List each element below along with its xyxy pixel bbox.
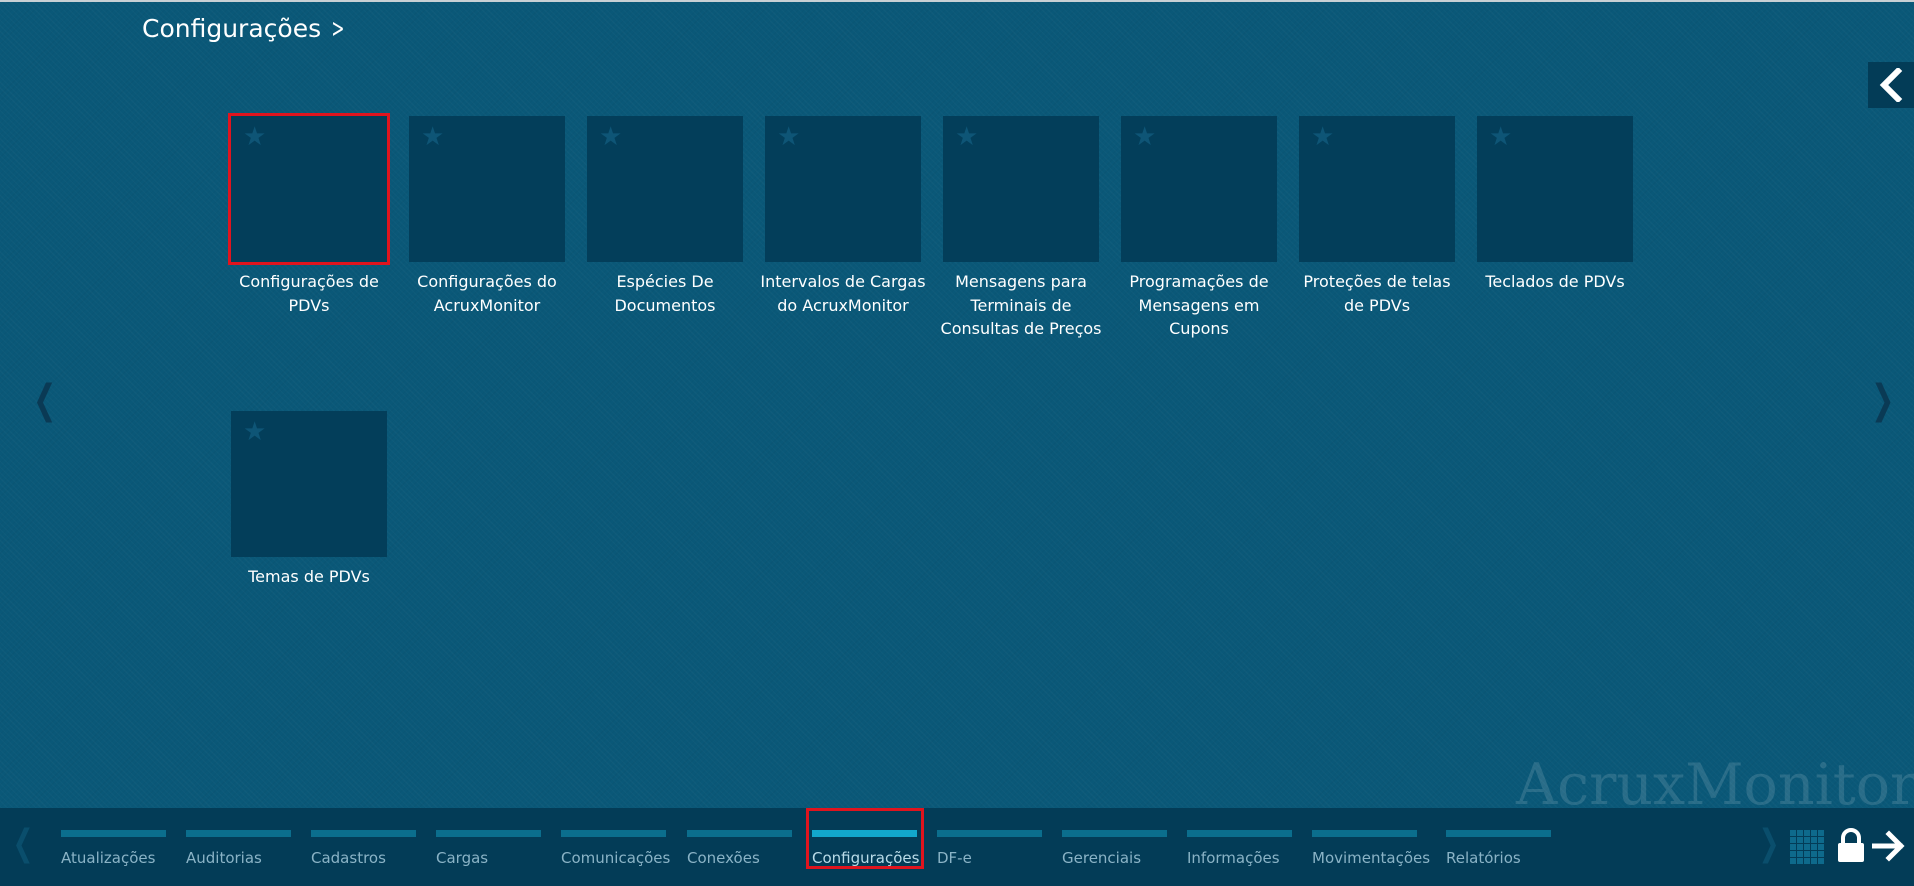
tile-box[interactable]: ★	[765, 116, 921, 262]
lock-icon[interactable]	[1836, 828, 1866, 868]
nav-item-bar	[186, 830, 291, 837]
nav-item-bar	[1312, 830, 1417, 837]
tile-mensagens-terminais[interactable]: ★ Mensagens para Terminais de Consultas …	[941, 116, 1101, 341]
tile-box[interactable]: ★	[409, 116, 565, 262]
tile-label: Mensagens para Terminais de Consultas de…	[940, 272, 1102, 338]
nav-item-bar	[311, 830, 416, 837]
tile-label: Programações de Mensagens em Cupons	[1129, 272, 1269, 338]
star-icon[interactable]: ★	[777, 124, 800, 150]
tile-label: Intervalos de Cargas do AcruxMonitor	[760, 272, 926, 315]
tile-label: Configurações do AcruxMonitor	[417, 272, 557, 315]
tile-especies-de-documentos[interactable]: ★ Espécies De Documentos	[587, 116, 743, 317]
tile-label: Temas de PDVs	[248, 567, 370, 586]
collapse-panel-button[interactable]	[1868, 62, 1914, 108]
tile-label: Espécies De Documentos	[614, 272, 716, 315]
nav-item-label: Gerenciais	[1062, 849, 1142, 867]
nav-item-label: Cadastros	[311, 849, 386, 867]
chevron-left-icon	[1879, 68, 1903, 102]
tile-box[interactable]: ★	[1121, 116, 1277, 262]
arrow-right-icon[interactable]	[1871, 830, 1906, 866]
nav-item-label: Conexões	[687, 849, 760, 867]
grid-icon[interactable]	[1790, 830, 1824, 868]
nav-item-label: Cargas	[436, 849, 489, 867]
breadcrumb[interactable]: Configurações >	[142, 14, 349, 43]
tile-configuracoes-do-acruxmonitor[interactable]: ★ Configurações do AcruxMonitor	[409, 116, 565, 317]
tile-teclados-de-pdvs[interactable]: ★ Teclados de PDVs	[1477, 116, 1633, 294]
nav-item-bar	[812, 830, 917, 837]
star-icon[interactable]: ★	[1489, 124, 1512, 150]
page-next-icon[interactable]: ❯	[1871, 380, 1894, 420]
page-prev-icon[interactable]: ❮	[33, 380, 56, 420]
star-icon[interactable]: ★	[599, 124, 622, 150]
tile-box[interactable]: ★	[943, 116, 1099, 262]
star-icon[interactable]: ★	[1133, 124, 1156, 150]
tile-intervalos-de-cargas[interactable]: ★ Intervalos de Cargas do AcruxMonitor	[760, 116, 926, 317]
nav-item-label: Informações	[1187, 849, 1280, 867]
nav-prev-icon[interactable]: ❮	[13, 826, 34, 862]
nav-item-label: DF-e	[937, 849, 972, 867]
nav-item-label: Configurações	[812, 849, 920, 867]
nav-item-label: Atualizações	[61, 849, 156, 867]
tile-label: Teclados de PDVs	[1485, 272, 1625, 291]
tile-box[interactable]: ★	[1299, 116, 1455, 262]
tile-label: Proteções de telas de PDVs	[1303, 272, 1451, 315]
tile-configuracoes-de-pdvs[interactable]: ★ Configurações de PDVs	[228, 113, 390, 317]
nav-item-label: Comunicações	[561, 849, 671, 867]
nav-item-bar	[1446, 830, 1551, 837]
page-title: Configurações	[142, 14, 322, 43]
tile-box[interactable]: ★	[587, 116, 743, 262]
tile-label: Configurações de PDVs	[239, 272, 379, 315]
nav-item-bar	[1187, 830, 1292, 837]
nav-item-bar	[61, 830, 166, 837]
star-icon[interactable]: ★	[955, 124, 978, 150]
star-icon[interactable]: ★	[421, 124, 444, 150]
bottom-navigation-bar: ❮ Atualizações Auditorias Cadastros Carg…	[0, 808, 1914, 886]
top-border	[0, 0, 1914, 2]
star-icon[interactable]: ★	[243, 419, 266, 445]
tile-box[interactable]: ★	[231, 411, 387, 557]
tile-box[interactable]: ★	[228, 113, 390, 265]
nav-next-icon[interactable]: ❯	[1759, 826, 1780, 862]
star-icon[interactable]: ★	[1311, 124, 1334, 150]
nav-item-label: Relatórios	[1446, 849, 1521, 867]
nav-item-label: Movimentações	[1312, 849, 1431, 867]
tile-programacoes-mensagens[interactable]: ★ Programações de Mensagens em Cupons	[1121, 116, 1277, 341]
tile-box[interactable]: ★	[1477, 116, 1633, 262]
chevron-right-icon: >	[331, 13, 345, 44]
nav-item-label: Auditorias	[186, 849, 262, 867]
nav-item-bar	[1062, 830, 1167, 837]
nav-item-bar	[687, 830, 792, 837]
nav-item-bar	[561, 830, 666, 837]
tile-temas-de-pdvs[interactable]: ★ Temas de PDVs	[231, 411, 387, 589]
nav-item-bar	[436, 830, 541, 837]
nav-item-bar	[937, 830, 1042, 837]
tile-protecoes-de-telas[interactable]: ★ Proteções de telas de PDVs	[1299, 116, 1455, 317]
star-icon[interactable]: ★	[243, 124, 266, 150]
